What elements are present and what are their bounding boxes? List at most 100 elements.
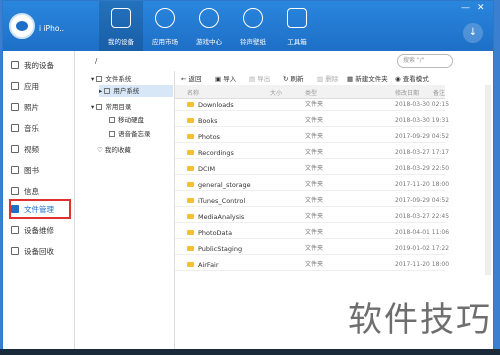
- file-date: 2017-09-29 04:52: [395, 197, 450, 204]
- folder-tree: ▾ 文件系统 ▸ 用户系统 ▾ 常用目录 移动硬盘 语音备忘录 ♡ 我的收藏: [87, 71, 175, 349]
- file-name: Recordings: [198, 149, 234, 157]
- table-row[interactable]: PublicStaging 文件夹 2019-01-02 17:22: [175, 243, 449, 255]
- folder-icon: [187, 102, 194, 107]
- file-name: general_storage: [198, 181, 251, 189]
- sidebar-item-label: 应用: [24, 82, 39, 91]
- file-name: Downloads: [198, 101, 234, 109]
- tree-user-system[interactable]: ▸ 用户系统: [99, 85, 173, 97]
- download-icon[interactable]: ↓: [463, 23, 483, 43]
- phone-icon: [111, 8, 131, 28]
- folder-icon: [187, 182, 194, 187]
- export-button[interactable]: ▤ 导出: [249, 73, 270, 83]
- minimize-icon[interactable]: —: [461, 3, 470, 13]
- scrollbar[interactable]: [485, 85, 491, 275]
- col-note[interactable]: 备注: [433, 88, 445, 97]
- file-type: 文件夹: [305, 213, 324, 220]
- file-toolbar: ← 返回 ▣ 导入 ▤ 导出 ↻ 刷新 ▥ 删除 ▦ 新建文件夹 ◉ 查看模式: [175, 71, 493, 85]
- table-row[interactable]: iTunes_Control 文件夹 2017-09-29 04:52: [175, 195, 449, 207]
- col-size[interactable]: 大小: [270, 88, 282, 97]
- main-nav: 我的设备 应用市场 游戏中心 铃声壁纸 工具箱: [99, 1, 319, 51]
- file-name: Photos: [198, 133, 220, 141]
- file-name: PublicStaging: [198, 245, 243, 253]
- table-row[interactable]: general_storage 文件夹 2017-11-20 18:00: [175, 179, 449, 191]
- nav-my-device[interactable]: 我的设备: [99, 1, 143, 51]
- sidebar-item-messages[interactable]: 信息: [11, 185, 71, 199]
- file-date: 2017-11-20 18:00: [395, 181, 450, 188]
- tree-common-dirs[interactable]: ▾ 常用目录: [91, 101, 131, 113]
- nav-toolbox[interactable]: 工具箱: [275, 1, 319, 51]
- table-row[interactable]: Recordings 文件夹 2018-03-27 17:17: [175, 147, 449, 159]
- col-date[interactable]: 修改日期: [395, 88, 419, 97]
- import-button[interactable]: ▣ 导入: [215, 73, 236, 83]
- disk-icon: [109, 117, 115, 123]
- folder-icon: [187, 246, 194, 251]
- sidebar-item-my-device[interactable]: 我的设备: [11, 59, 71, 73]
- nav-app-market[interactable]: 应用市场: [143, 1, 187, 51]
- sidebar-item-repair[interactable]: 设备维修: [11, 224, 71, 238]
- col-name[interactable]: 名称: [187, 88, 199, 97]
- video-icon: [11, 145, 19, 153]
- table-row[interactable]: DCIM 文件夹 2018-03-29 22:50: [175, 163, 449, 175]
- table-row[interactable]: MediaAnalysis 文件夹 2018-03-27 22:45: [175, 211, 449, 223]
- file-date: 2018-03-29 22:50: [395, 165, 450, 172]
- nav-game-center[interactable]: 游戏中心: [187, 1, 231, 51]
- path-text: /: [95, 57, 98, 65]
- sidebar-item-music[interactable]: 音乐: [11, 122, 71, 136]
- back-button[interactable]: ← 返回: [181, 73, 202, 83]
- book-icon: [11, 166, 19, 174]
- col-type[interactable]: 类型: [305, 88, 317, 97]
- view-mode-button[interactable]: ◉ 查看模式: [395, 73, 429, 83]
- back-label: 返回: [188, 75, 202, 83]
- folder-icon: [187, 214, 194, 219]
- sidebar: 我的设备 应用 照片 音乐 视频 图书 信息 文件管理 设备维修 设备回收: [3, 51, 75, 349]
- table-header: 名称 大小 类型 修改日期 备注: [175, 85, 445, 99]
- sidebar-item-photos[interactable]: 照片: [11, 101, 71, 115]
- bell-icon: [243, 8, 263, 28]
- close-icon[interactable]: ✕: [477, 3, 485, 13]
- folder-icon: [187, 150, 194, 155]
- refresh-label: 刷新: [290, 75, 304, 83]
- sidebar-item-label: 视频: [24, 145, 39, 154]
- tree-file-system[interactable]: ▾ 文件系统: [91, 73, 131, 85]
- app-logo-icon: [9, 13, 35, 39]
- file-date: 2019-01-02 17:22: [395, 245, 450, 252]
- tree-voice-memo[interactable]: 语音备忘录: [109, 128, 151, 140]
- nav-ringtones[interactable]: 铃声壁纸: [231, 1, 275, 51]
- file-date: 2017-09-29 04:52: [395, 133, 450, 140]
- apps-icon: [11, 82, 19, 90]
- file-type: 文件夹: [305, 133, 324, 140]
- table-row[interactable]: Photos 文件夹 2017-09-29 04:52: [175, 131, 449, 143]
- sidebar-item-video[interactable]: 视频: [11, 143, 71, 157]
- sidebar-item-apps[interactable]: 应用: [11, 80, 71, 94]
- top-bar: i iPho.. — ✕ 我的设备 应用市场 游戏中心 铃声壁纸 工具箱 ↓: [3, 1, 493, 51]
- folder-icon: [187, 230, 194, 235]
- music-icon: [11, 124, 19, 132]
- nav-label: 应用市场: [152, 38, 178, 46]
- table-row[interactable]: Downloads 文件夹 2018-03-30 02:15: [175, 99, 449, 111]
- folder-icon: [187, 118, 194, 123]
- delete-button[interactable]: ▥ 删除: [317, 73, 338, 83]
- table-row[interactable]: PhotoData 文件夹 2018-04-01 11:06: [175, 227, 449, 239]
- nav-label: 我的设备: [108, 38, 134, 46]
- new-folder-button[interactable]: ▦ 新建文件夹: [347, 73, 388, 83]
- file-type: 文件夹: [305, 181, 324, 188]
- file-date: 2018-03-27 17:17: [395, 149, 450, 156]
- nav-label: 工具箱: [287, 38, 307, 46]
- file-type: 文件夹: [305, 117, 324, 124]
- tree-label: 用户系统: [113, 87, 140, 95]
- memo-icon: [109, 131, 115, 137]
- file-name: MediaAnalysis: [198, 213, 245, 221]
- tree-label: 我的收藏: [104, 146, 131, 154]
- sidebar-item-label: 照片: [24, 103, 39, 112]
- nav-label: 游戏中心: [196, 38, 222, 46]
- message-icon: [11, 187, 19, 195]
- table-row[interactable]: AirFair 文件夹 2017-11-20 18:00: [175, 259, 449, 271]
- sidebar-item-recycle[interactable]: 设备回收: [11, 245, 71, 259]
- sidebar-item-books[interactable]: 图书: [11, 164, 71, 178]
- table-row[interactable]: Books 文件夹 2018-03-30 19:31: [175, 115, 449, 127]
- search-input[interactable]: 搜索 "/": [397, 54, 453, 68]
- tree-favorites[interactable]: ♡ 我的收藏: [97, 144, 131, 156]
- tree-mobile-disk[interactable]: 移动硬盘: [109, 114, 144, 126]
- device-name[interactable]: i iPho..: [39, 24, 64, 33]
- refresh-button[interactable]: ↻ 刷新: [283, 73, 304, 83]
